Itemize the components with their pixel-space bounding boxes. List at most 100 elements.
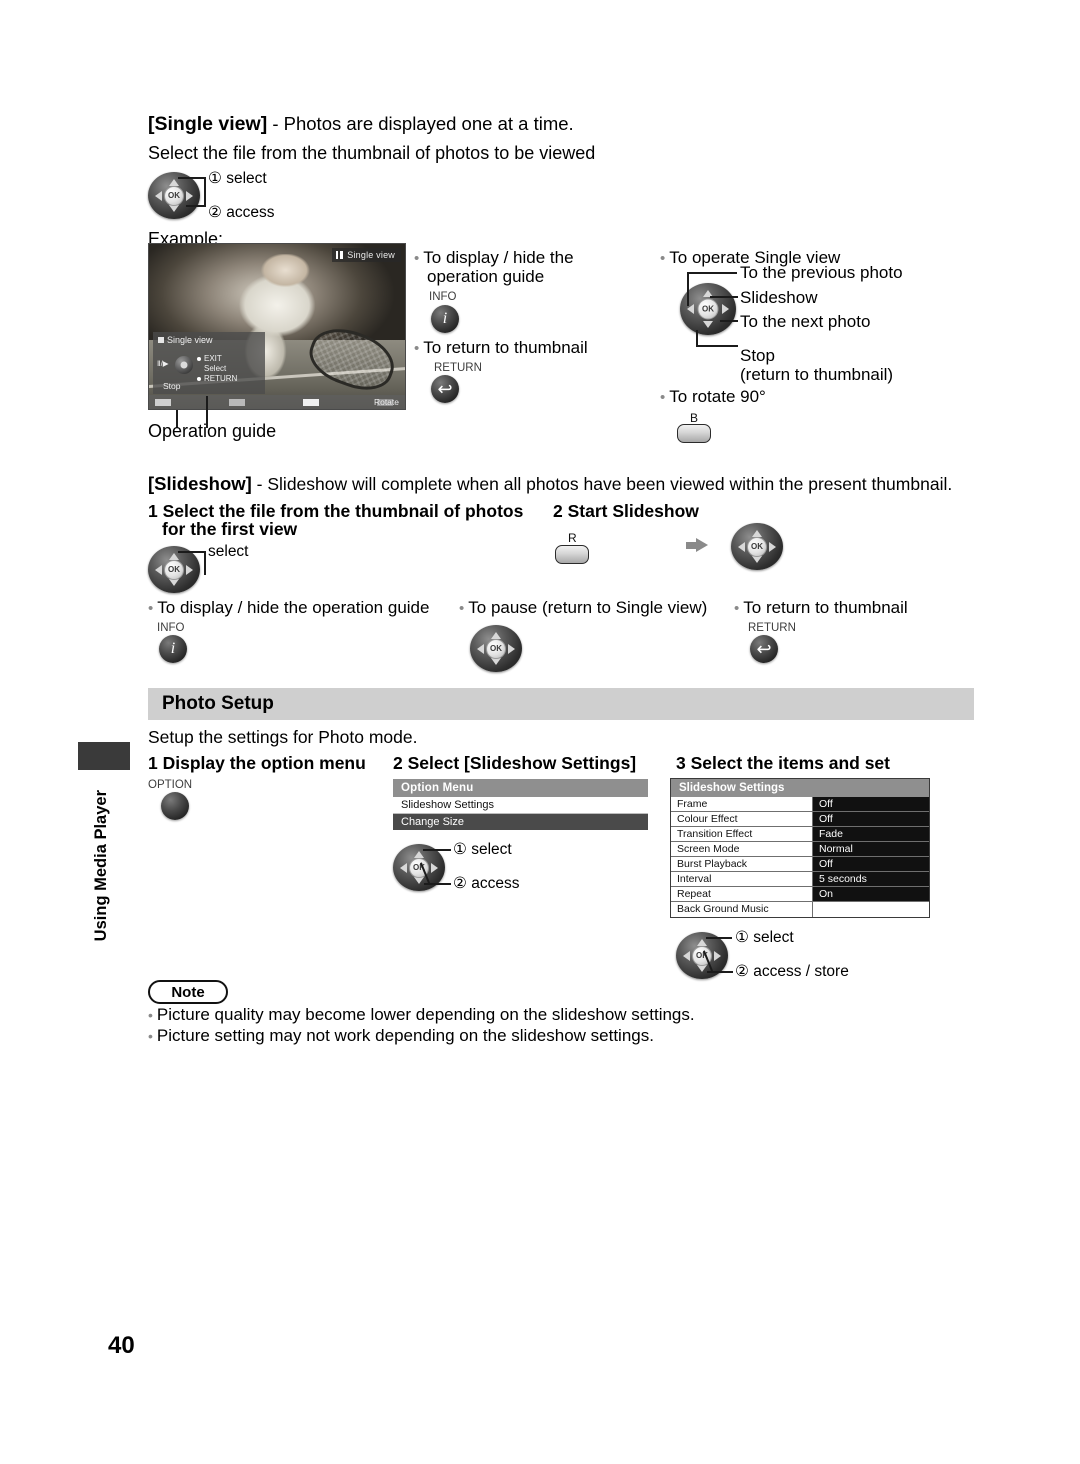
callout-slideshow-select: select bbox=[208, 543, 249, 560]
slideshow-step-1-title: Select the file from the thumbnail of ph… bbox=[162, 501, 524, 521]
overlay-title-label: Single view bbox=[167, 335, 213, 345]
slideshow-info-button[interactable]: i bbox=[159, 635, 187, 663]
bullet-slideshow-pause: To pause (return to Single view) bbox=[459, 598, 707, 618]
return-button[interactable]: ↩ bbox=[431, 375, 459, 403]
setting-value[interactable]: Fade bbox=[813, 827, 929, 841]
colour-button-blue[interactable] bbox=[677, 424, 711, 443]
setting-value[interactable]: On bbox=[813, 887, 929, 901]
single-view-heading: [Single view] - Photos are displayed one… bbox=[148, 112, 574, 136]
photo-setup-step-3: 3 Select the items and set bbox=[676, 753, 890, 774]
single-view-instruction: Select the file from the thumbnail of ph… bbox=[148, 143, 596, 163]
side-tab-marker bbox=[78, 742, 130, 770]
table-row[interactable]: Frame Off bbox=[671, 797, 929, 812]
setting-value[interactable]: Off bbox=[813, 797, 929, 811]
dpad-ok-button[interactable]: OK bbox=[486, 638, 506, 659]
slideshow-step-1-number: 1 bbox=[148, 501, 158, 521]
table-row[interactable]: Colour Effect Off bbox=[671, 812, 929, 827]
dpad-right-arrow-icon bbox=[186, 564, 193, 575]
table-row[interactable]: Repeat On bbox=[671, 887, 929, 902]
table-row[interactable]: Interval 5 seconds bbox=[671, 872, 929, 887]
photo-setup-section-band: Photo Setup bbox=[148, 688, 974, 720]
dpad-slideshow-select[interactable]: OK bbox=[148, 546, 200, 593]
dpad-left-arrow-icon bbox=[155, 564, 162, 575]
leader-settings-select-h bbox=[706, 937, 732, 939]
setting-key: Frame bbox=[671, 797, 813, 811]
slideshow-heading: [Slideshow] - Slideshow will complete wh… bbox=[148, 472, 952, 496]
option-menu-item-change-size[interactable]: Change Size bbox=[393, 814, 648, 830]
photo-setup-intro: Setup the settings for Photo mode. bbox=[148, 727, 418, 747]
setting-value[interactable]: Off bbox=[813, 812, 929, 826]
leader-next-photo bbox=[720, 320, 738, 322]
setting-value[interactable]: Normal bbox=[813, 842, 929, 856]
photo-setup-step-1-title: Display the option menu bbox=[162, 753, 366, 773]
dpad-ok-button[interactable]: OK bbox=[697, 298, 719, 320]
option-menu-item-slideshow-settings[interactable]: Slideshow Settings bbox=[393, 797, 648, 814]
setting-value[interactable]: 5 seconds bbox=[813, 872, 929, 886]
pause-icon bbox=[336, 251, 344, 259]
slideshow-info-button-label: INFO bbox=[157, 622, 185, 634]
overlay-dpad-icon bbox=[175, 356, 193, 374]
slideshow-heading-bracket: [Slideshow] bbox=[148, 473, 252, 494]
dpad-right-arrow-icon bbox=[431, 862, 438, 873]
dpad-slideshow-pause[interactable]: OK bbox=[470, 625, 522, 672]
setting-key: Repeat bbox=[671, 887, 813, 901]
dpad-left-arrow-icon bbox=[400, 862, 407, 873]
tv-operation-guide-overlay: Single view Ⅱ/▶ EXIT Select RETURN Stop bbox=[153, 332, 265, 394]
photo-setup-step-1: 1 Display the option menu bbox=[148, 753, 366, 774]
table-row[interactable]: Back Ground Music bbox=[671, 902, 929, 917]
bullet-rotate-90: To rotate 90° bbox=[660, 387, 766, 407]
leader-stop-h bbox=[696, 345, 738, 347]
photo-setup-step-1-number: 1 bbox=[148, 753, 158, 773]
colour-button-red[interactable] bbox=[555, 545, 589, 564]
dpad-ok-button[interactable]: OK bbox=[164, 185, 184, 206]
side-tab-label: Using Media Player bbox=[92, 790, 110, 942]
leader-option-access-h bbox=[424, 883, 451, 885]
dpad-left-arrow-icon bbox=[738, 541, 745, 552]
info-button-label: INFO bbox=[429, 291, 457, 303]
callout-line-2a bbox=[204, 177, 206, 205]
table-row[interactable]: Transition Effect Fade bbox=[671, 827, 929, 842]
callout-access-1: ② access bbox=[208, 204, 275, 221]
dpad-ok-button[interactable]: OK bbox=[164, 559, 184, 580]
overlay-hint-label: Select bbox=[204, 364, 227, 373]
dpad-ok-button[interactable]: OK bbox=[747, 536, 767, 557]
dpad-left-arrow-icon bbox=[155, 190, 162, 201]
label-stop: Stop bbox=[740, 346, 775, 365]
slideshow-settings-panel: Slideshow Settings Frame Off Colour Effe… bbox=[670, 778, 930, 918]
note-line-1: Picture quality may become lower dependi… bbox=[148, 1005, 695, 1025]
dpad-right-arrow-icon bbox=[186, 190, 193, 201]
tv-mode-badge-label: Single view bbox=[347, 250, 395, 260]
photo-setup-step-2-number: 2 bbox=[393, 753, 403, 773]
dpad-left-arrow-icon bbox=[477, 643, 484, 654]
info-icon: i bbox=[442, 310, 448, 327]
callout-option-select: ① select bbox=[453, 841, 512, 858]
bullet-slideshow-info: To display / hide the operation guide bbox=[148, 598, 429, 618]
bullet-dot-icon bbox=[197, 357, 201, 361]
slideshow-heading-rest: - Slideshow will complete when all photo… bbox=[251, 474, 953, 494]
slideshow-return-button-label: RETURN bbox=[748, 622, 796, 634]
colour-chip-yellow-icon bbox=[303, 398, 319, 406]
return-arrow-icon: ↩ bbox=[437, 379, 453, 399]
label-stop-sub: (return to thumbnail) bbox=[740, 365, 894, 384]
setting-value[interactable]: Off bbox=[813, 857, 929, 871]
side-tab: Using Media Player bbox=[92, 790, 111, 950]
photo-setup-step-3-number: 3 bbox=[676, 753, 686, 773]
setting-value[interactable] bbox=[813, 902, 929, 917]
dpad-single-view-select[interactable]: OK bbox=[148, 172, 200, 219]
info-button[interactable]: i bbox=[431, 305, 459, 333]
dpad-right-arrow-icon bbox=[508, 643, 515, 654]
slideshow-return-button[interactable]: ↩ bbox=[750, 635, 778, 663]
dpad-slideshow-ok[interactable]: OK bbox=[731, 523, 783, 570]
overlay-hint-label: EXIT bbox=[204, 354, 222, 363]
overlay-playpause-label: Ⅱ/▶ bbox=[157, 359, 169, 368]
slideshow-step-2: 2 Start Slideshow bbox=[553, 501, 699, 522]
photo-setup-step-2-title: Select [Slideshow Settings] bbox=[407, 753, 637, 773]
table-row[interactable]: Burst Playback Off bbox=[671, 857, 929, 872]
table-row[interactable]: Screen Mode Normal bbox=[671, 842, 929, 857]
dpad-right-arrow-icon bbox=[714, 950, 721, 961]
colour-chip-green-icon bbox=[229, 398, 245, 406]
page-number: 40 bbox=[108, 1332, 135, 1359]
callout-settings-access: ② access / store bbox=[735, 963, 849, 980]
option-button[interactable] bbox=[161, 792, 189, 820]
dpad-down-arrow-icon bbox=[169, 205, 179, 212]
